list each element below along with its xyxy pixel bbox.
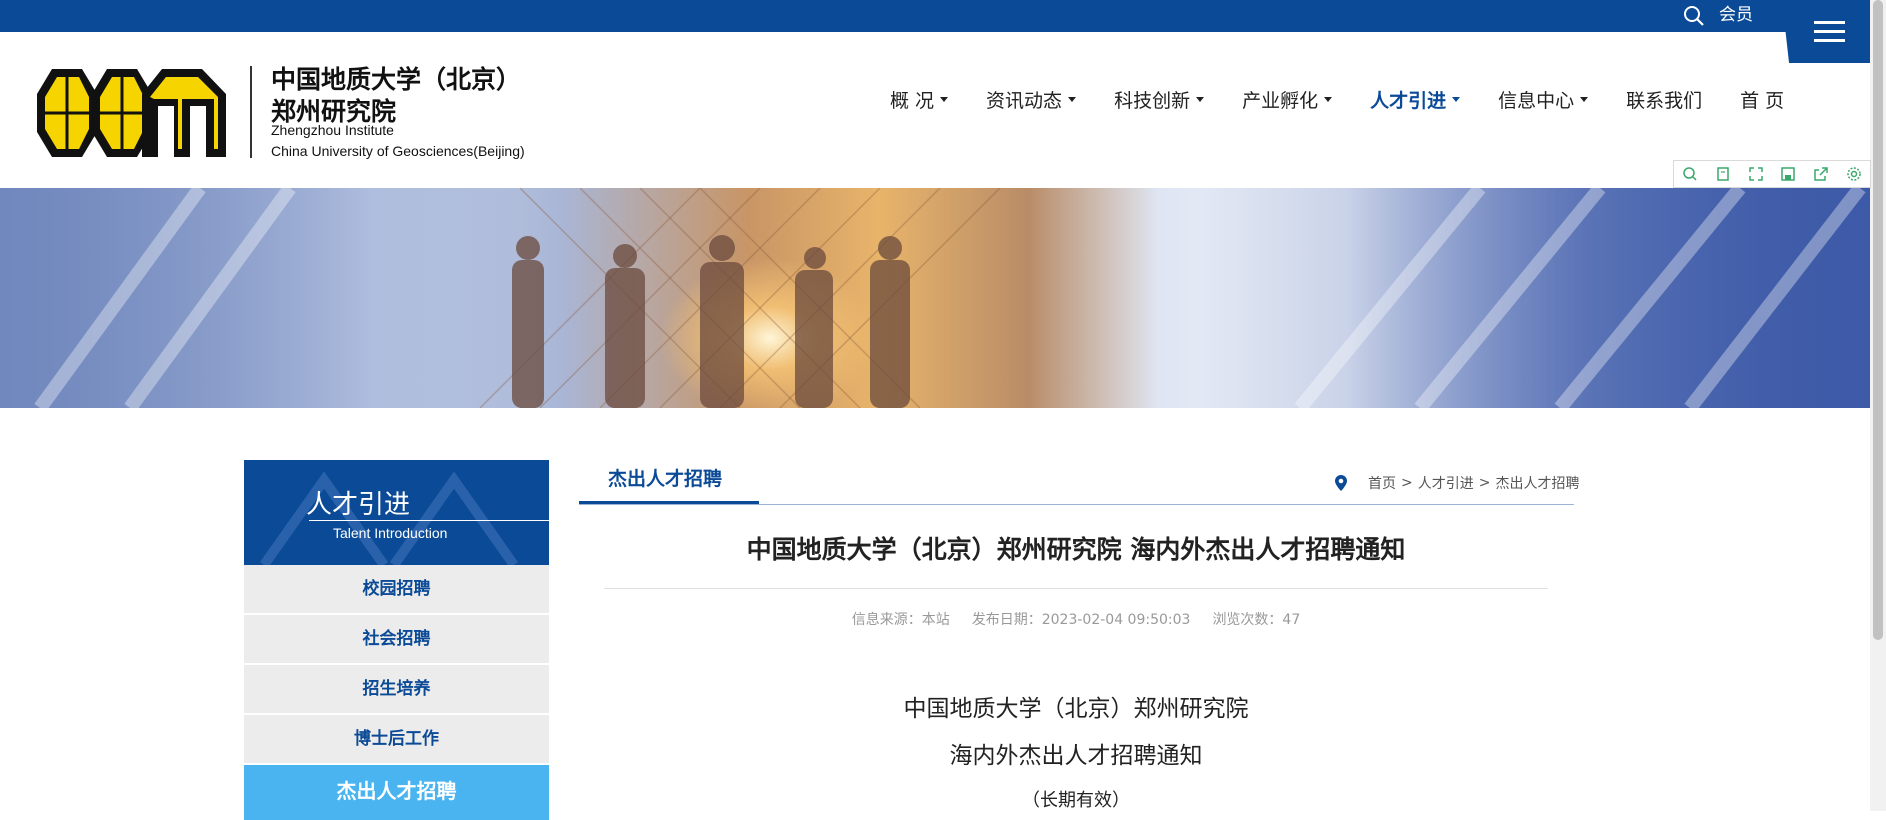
sidebar-item-enrollment[interactable]: 招生培养 <box>244 665 549 713</box>
nav-item-label: 产业孵化 <box>1242 90 1319 112</box>
meta-source: 信息来源：本站 <box>851 612 950 628</box>
sidebar-item-social-recruitment[interactable]: 社会招聘 <box>244 615 549 663</box>
caret-down-icon <box>1580 97 1589 102</box>
search-icon[interactable] <box>1674 161 1707 187</box>
sidebar-subtitle: Talent Introduction <box>333 525 448 541</box>
nav-item-innovation[interactable]: 科技创新 <box>1114 86 1205 113</box>
nav-item-home[interactable]: 首 页 <box>1740 86 1784 113</box>
nav-item-talent[interactable]: 人才引进 <box>1370 86 1461 113</box>
nav-item-label: 人才引进 <box>1370 90 1447 112</box>
nav-item-label: 科技创新 <box>1114 90 1191 112</box>
share-icon[interactable] <box>1805 161 1838 187</box>
section-divider <box>579 504 1574 505</box>
accessibility-toolbar <box>1673 160 1871 188</box>
nav-item-news[interactable]: 资讯动态 <box>986 86 1077 113</box>
nav-item-label: 联系我们 <box>1626 90 1703 112</box>
bookmark-icon[interactable] <box>1707 161 1740 187</box>
article-title-divider <box>604 588 1548 589</box>
nav-item-label: 首 页 <box>1740 90 1785 112</box>
institute-logo[interactable] <box>26 66 231 160</box>
scrollbar-thumb[interactable] <box>1873 0 1883 640</box>
hamburger-icon <box>1814 21 1845 24</box>
menu-toggle-button[interactable] <box>1782 0 1870 63</box>
nav-item-contact[interactable]: 联系我们 <box>1626 86 1702 113</box>
member-link[interactable]: 会员 <box>1719 4 1753 26</box>
main-nav: 概 况 资讯动态 科技创新 产业孵化 人才引进 信息中心 联系我们 首 页 <box>890 86 1822 113</box>
breadcrumb-separator: > <box>1478 475 1491 491</box>
meta-date: 发布日期：2023-02-04 09:50:03 <box>971 612 1191 628</box>
caret-down-icon <box>1196 97 1205 102</box>
save-icon[interactable] <box>1772 161 1805 187</box>
breadcrumb-current[interactable]: 杰出人才招聘 <box>1495 473 1579 493</box>
nav-item-overview[interactable]: 概 况 <box>890 86 949 113</box>
banner-image <box>0 188 1870 408</box>
fullscreen-icon[interactable] <box>1739 161 1772 187</box>
caret-down-icon <box>940 97 949 102</box>
nav-item-label: 资讯动态 <box>986 90 1063 112</box>
article-heading-line1: 中国地质大学（北京）郑州研究院 <box>903 696 1249 722</box>
caret-down-icon <box>1452 97 1461 102</box>
nav-item-label: 概 况 <box>890 90 935 112</box>
article-meta: 信息来源：本站 发布日期：2023-02-04 09:50:03 浏览次数：47 <box>604 609 1548 629</box>
org-name-en-line2: China University of Geosciences(Beijing) <box>271 143 525 159</box>
nav-item-incubation[interactable]: 产业孵化 <box>1242 86 1333 113</box>
sidebar-title: 人才引进 <box>306 490 411 520</box>
breadcrumb: 首页 > 人才引进 > 杰出人才招聘 <box>1334 473 1579 493</box>
article-validity-note: （长期有效） <box>1022 790 1130 811</box>
nav-item-info-center[interactable]: 信息中心 <box>1498 86 1589 113</box>
sidebar-title-divider <box>309 520 549 521</box>
search-icon[interactable] <box>1682 4 1706 28</box>
location-pin-icon <box>1335 475 1347 491</box>
breadcrumb-home[interactable]: 首页 <box>1368 473 1396 493</box>
sidebar-header: 人才引进 Talent Introduction <box>244 460 549 565</box>
nav-item-label: 信息中心 <box>1498 90 1575 112</box>
settings-icon[interactable] <box>1837 161 1870 187</box>
sidebar-item-outstanding-talent[interactable]: 杰出人才招聘 <box>244 765 549 820</box>
section-tab[interactable]: 杰出人才招聘 <box>608 464 722 491</box>
caret-down-icon <box>1324 97 1333 102</box>
article-heading-line2: 海内外杰出人才招聘通知 <box>949 743 1203 769</box>
article-title: 中国地质大学（北京）郑州研究院 海内外杰出人才招聘通知 <box>746 535 1406 564</box>
sidebar-item-campus-recruitment[interactable]: 校园招聘 <box>244 565 549 613</box>
meta-views: 浏览次数：47 <box>1212 612 1301 628</box>
breadcrumb-separator: > <box>1401 475 1413 491</box>
top-bar: 会员 <box>0 0 1870 32</box>
hero-banner <box>0 188 1870 408</box>
caret-down-icon <box>1068 97 1077 102</box>
org-name-cn-line1: 中国地质大学（北京） <box>271 65 522 94</box>
sidebar-item-postdoc[interactable]: 博士后工作 <box>244 715 549 763</box>
logo-divider <box>250 66 252 158</box>
breadcrumb-talent[interactable]: 人才引进 <box>1418 473 1474 493</box>
org-name-en-line1: Zhengzhou Institute <box>271 122 394 138</box>
